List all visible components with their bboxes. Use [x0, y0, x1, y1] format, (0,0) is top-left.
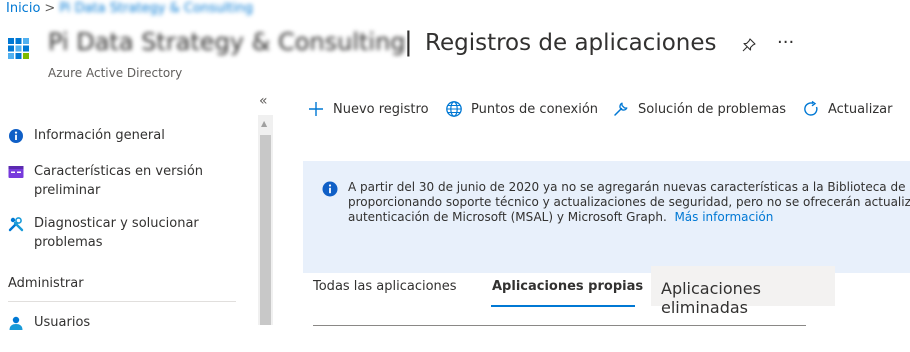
globe-icon [446, 101, 462, 117]
refresh-label: Actualizar [828, 101, 893, 117]
sidebar-scrollbar[interactable]: ▲ [258, 115, 273, 325]
sidebar-item-label-line2: preliminar [34, 183, 101, 198]
info-icon [322, 181, 338, 197]
app-registrations-logo-icon [8, 38, 29, 59]
info-banner-line: A partir del 30 de junio de 2020 ya no s… [348, 180, 910, 194]
sidebar-item-label: Información general [34, 128, 165, 143]
page-title: Registros de aplicaciones [425, 30, 717, 56]
info-banner-line: proporcionando soporte técnico y actuali… [348, 195, 910, 209]
wrench-icon [8, 217, 24, 232]
collapse-sidebar-icon[interactable]: « [259, 93, 268, 109]
pin-icon[interactable] [741, 37, 757, 53]
section-heading-manage: Administrar [8, 276, 84, 291]
endpoints-label: Puntos de conexión [471, 101, 599, 117]
refresh-button[interactable]: Actualizar [802, 100, 892, 118]
info-banner-line: autenticación de Microsoft (MSAL) y Micr… [348, 210, 910, 225]
info-banner-line-text: autenticación de Microsoft (MSAL) y Micr… [348, 210, 667, 224]
page-subtitle: Azure Active Directory [48, 66, 183, 80]
new-registration-button[interactable]: Nuevo registro [307, 100, 429, 118]
sidebar-item-label: Características en versión [34, 164, 204, 179]
sidebar-item-label-line2: problemas [34, 235, 103, 250]
troubleshooting-label: Solución de problemas [638, 101, 787, 117]
troubleshooting-button[interactable]: Solución de problemas [612, 100, 786, 118]
section-divider [8, 301, 236, 302]
sidebar-item-label: Diagnosticar y solucionar [34, 216, 199, 231]
more-options-icon[interactable]: ··· [777, 32, 794, 53]
new-registration-label: Nuevo registro [333, 101, 429, 117]
breadcrumb-separator: > [44, 1, 56, 16]
endpoints-button[interactable]: Puntos de conexión [445, 100, 598, 118]
tab-deleted-applications[interactable]: Aplicaciones eliminadas [651, 266, 835, 317]
info-banner: A partir del 30 de junio de 2020 ya no s… [303, 161, 910, 273]
more-info-link[interactable]: Más información [674, 210, 773, 224]
breadcrumb: Inicio > Pi Data Strategy & Consulting [6, 1, 253, 16]
plus-icon [309, 102, 323, 116]
content-divider [313, 325, 806, 326]
title-separator: | [404, 27, 413, 57]
tab-deleted-label: Aplicaciones eliminadas [661, 279, 761, 317]
users-icon [9, 316, 23, 330]
refresh-icon [804, 100, 818, 116]
sidebar-item-label: Usuarios [34, 315, 91, 330]
scroll-up-arrow-icon[interactable]: ▲ [261, 119, 267, 128]
wrench-outline-icon [614, 102, 628, 116]
preview-features-icon [8, 166, 24, 178]
info-banner-text: A partir del 30 de junio de 2020 ya no s… [348, 180, 910, 225]
breadcrumb-home-link[interactable]: Inicio [6, 1, 40, 16]
tenant-name: Pi Data Strategy & Consulting [48, 28, 406, 56]
info-icon [9, 129, 23, 143]
breadcrumb-current-link[interactable]: Pi Data Strategy & Consulting [59, 1, 253, 16]
tab-all-applications[interactable]: Todas las aplicaciones [313, 279, 457, 294]
tab-owned-applications[interactable]: Aplicaciones propias [492, 279, 643, 294]
sidebar-scrollbar-thumb[interactable] [260, 135, 271, 325]
active-tab-indicator [491, 305, 635, 307]
